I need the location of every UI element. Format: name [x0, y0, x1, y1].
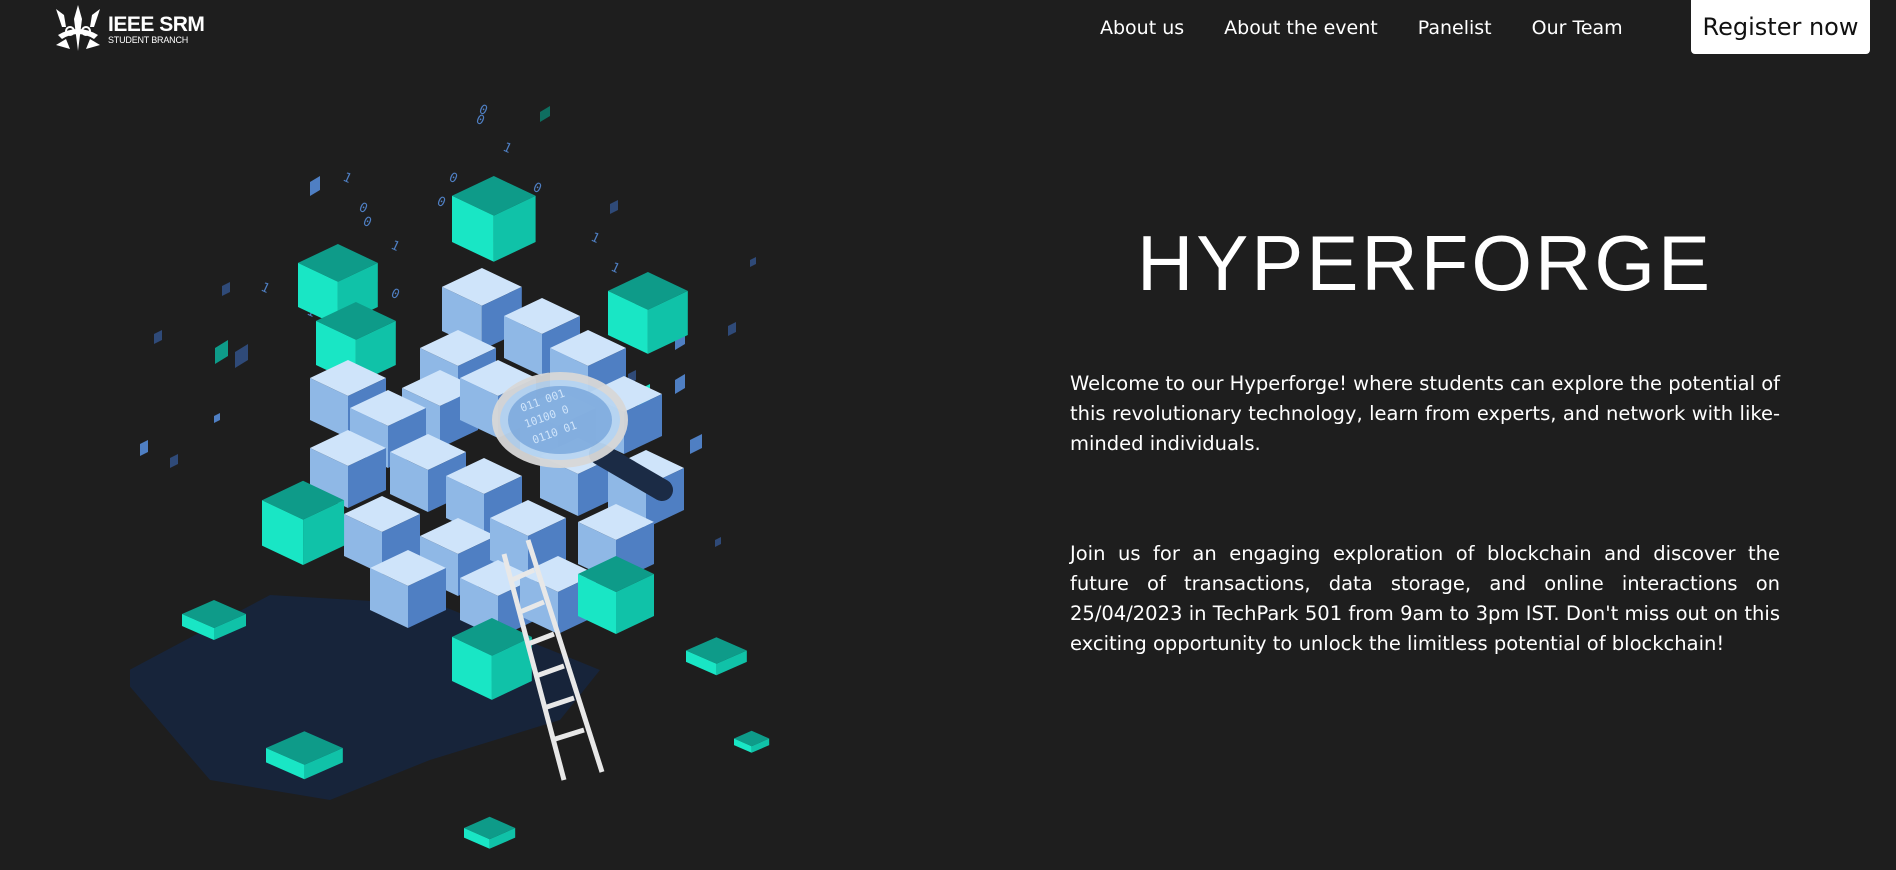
svg-text:1: 1	[388, 238, 401, 255]
navbar: IEEE SRM STUDENT BRANCH About us About t…	[0, 0, 1896, 60]
svg-text:1: 1	[500, 140, 513, 157]
brand-logo[interactable]: IEEE SRM STUDENT BRANCH	[52, 2, 232, 56]
svg-text:1: 1	[340, 170, 353, 187]
hero-intro-paragraph: Welcome to our Hyperforge! where student…	[1070, 372, 1780, 455]
hero-event-paragraph: Join us for an engaging exploration of b…	[1070, 542, 1780, 655]
hero-title: HYPERFORGE	[1136, 219, 1714, 307]
svg-text:1: 1	[258, 280, 271, 297]
nav-our-team[interactable]: Our Team	[1532, 17, 1623, 39]
svg-text:0: 0	[476, 102, 489, 119]
svg-text:0: 0	[360, 214, 373, 231]
nav-panelist[interactable]: Panelist	[1418, 17, 1492, 39]
svg-text:0: 0	[446, 170, 459, 187]
svg-text:1: 1	[608, 260, 621, 277]
svg-text:1: 1	[588, 230, 601, 247]
brand-subtitle: STUDENT BRANCH	[108, 34, 189, 45]
nav-about-us[interactable]: About us	[1100, 17, 1184, 39]
svg-text:0: 0	[434, 194, 447, 211]
svg-text:0: 0	[388, 286, 401, 303]
ieee-srm-logo-icon	[56, 5, 100, 51]
nav-about-the-event[interactable]: About the event	[1224, 17, 1378, 39]
brand-title: IEEE SRM	[108, 12, 205, 36]
nav-links: About us About the event Panelist Our Te…	[1100, 0, 1663, 55]
register-now-button[interactable]: Register now	[1691, 0, 1870, 54]
blockchain-cube-illustration: 0 0 1 0 0 0 0 1 0 0 1 1 0 1 1 1 0 1 0 1	[120, 100, 830, 866]
